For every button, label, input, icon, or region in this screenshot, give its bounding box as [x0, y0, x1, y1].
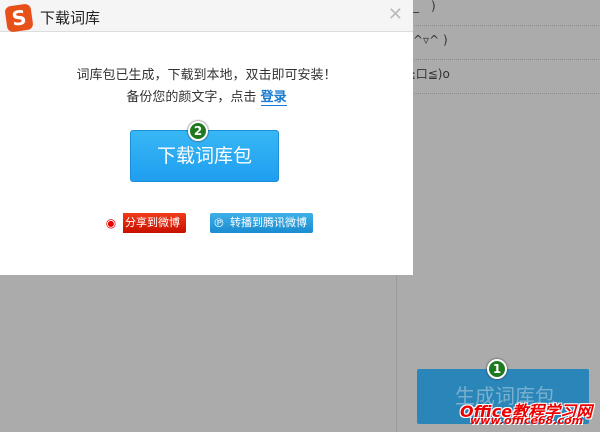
share-sina-label: 分享到微博 [125, 216, 180, 229]
dialog-title: 下载词库 [40, 9, 101, 27]
step-badge-2: 2 [188, 121, 208, 141]
tencent-weibo-icon: ℗ [213, 216, 225, 230]
message: 词库包已生成，下载到本地，双击即可安装！ 备份您的颜文字，点击 登录 [0, 65, 413, 109]
message-line-2: 备份您的颜文字，点击 [126, 90, 257, 105]
emoticon-item[interactable]: ￣_￣) [397, 0, 600, 26]
emoticon-item[interactable]: 。^▿^ ) [397, 26, 600, 60]
close-icon[interactable]: ✕ [388, 4, 403, 25]
emoticon-item[interactable]: (≧口≦)o [397, 60, 600, 94]
weibo-icon: ◉ [99, 213, 123, 233]
title-bar: S 下载词库 ✕ [0, 0, 413, 33]
share-sina-weibo-button[interactable]: ◉ 分享到微博 [99, 213, 186, 233]
download-dialog: S 下载词库 ✕ 词库包已生成，下载到本地，双击即可安装！ 备份您的颜文字，点击… [0, 0, 413, 275]
watermark-url: www.office68.com [470, 414, 584, 427]
message-line-1: 词库包已生成，下载到本地，双击即可安装！ [76, 68, 337, 83]
login-link[interactable]: 登录 [260, 90, 287, 106]
share-tencent-weibo-button[interactable]: ℗ 转播到腾讯微博 [210, 213, 313, 233]
sogou-logo-icon: S [4, 3, 34, 33]
step-badge-1: 1 [487, 359, 507, 379]
share-tencent-label: 转播到腾讯微博 [230, 216, 307, 229]
